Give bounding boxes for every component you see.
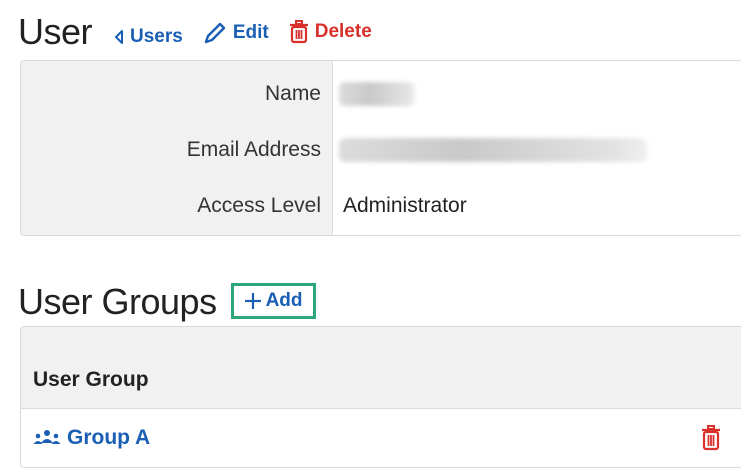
- page-title: User: [18, 11, 93, 52]
- user-groups-title-row: User Groups Add: [18, 282, 316, 323]
- user-title-row: User Users Edit Delete: [18, 12, 372, 52]
- redacted-value: [339, 82, 415, 106]
- delete-user-label: Delete: [314, 21, 372, 42]
- add-group-button[interactable]: Add: [230, 283, 316, 319]
- trash-icon: [289, 20, 308, 44]
- group-link[interactable]: Group A: [33, 426, 150, 450]
- redacted-value: [339, 138, 647, 162]
- detail-label: Name: [264, 82, 321, 105]
- user-details-card: Name Email Address Access Level Administ…: [20, 60, 741, 236]
- edit-user-label: Edit: [232, 22, 269, 43]
- trash-icon: [702, 425, 720, 451]
- remove-group-button[interactable]: [701, 425, 721, 456]
- pencil-icon: [204, 22, 226, 44]
- delete-user-link[interactable]: Delete: [289, 20, 372, 44]
- detail-label: Email Address: [186, 138, 321, 161]
- detail-row-email: Email Address: [21, 121, 741, 179]
- table-header: User Group: [21, 327, 741, 409]
- back-to-users-link[interactable]: Users: [114, 26, 183, 48]
- group-name: Group A: [67, 426, 151, 449]
- detail-row-name: Name: [21, 65, 741, 123]
- back-to-users-label: Users: [130, 26, 183, 47]
- edit-user-link[interactable]: Edit: [203, 22, 269, 44]
- table-row: Group A: [21, 409, 741, 467]
- column-header-user-group: User Group: [33, 368, 149, 391]
- detail-value: Administrator: [343, 194, 467, 217]
- section-title: User Groups: [18, 281, 217, 322]
- plus-icon: [244, 293, 261, 309]
- add-group-label: Add: [265, 290, 303, 311]
- user-groups-table: User Group Group A: [20, 326, 741, 468]
- detail-row-access-level: Access Level Administrator: [21, 177, 741, 235]
- caret-left-icon: [115, 30, 124, 44]
- detail-label: Access Level: [197, 194, 321, 217]
- users-group-icon: [33, 430, 61, 444]
